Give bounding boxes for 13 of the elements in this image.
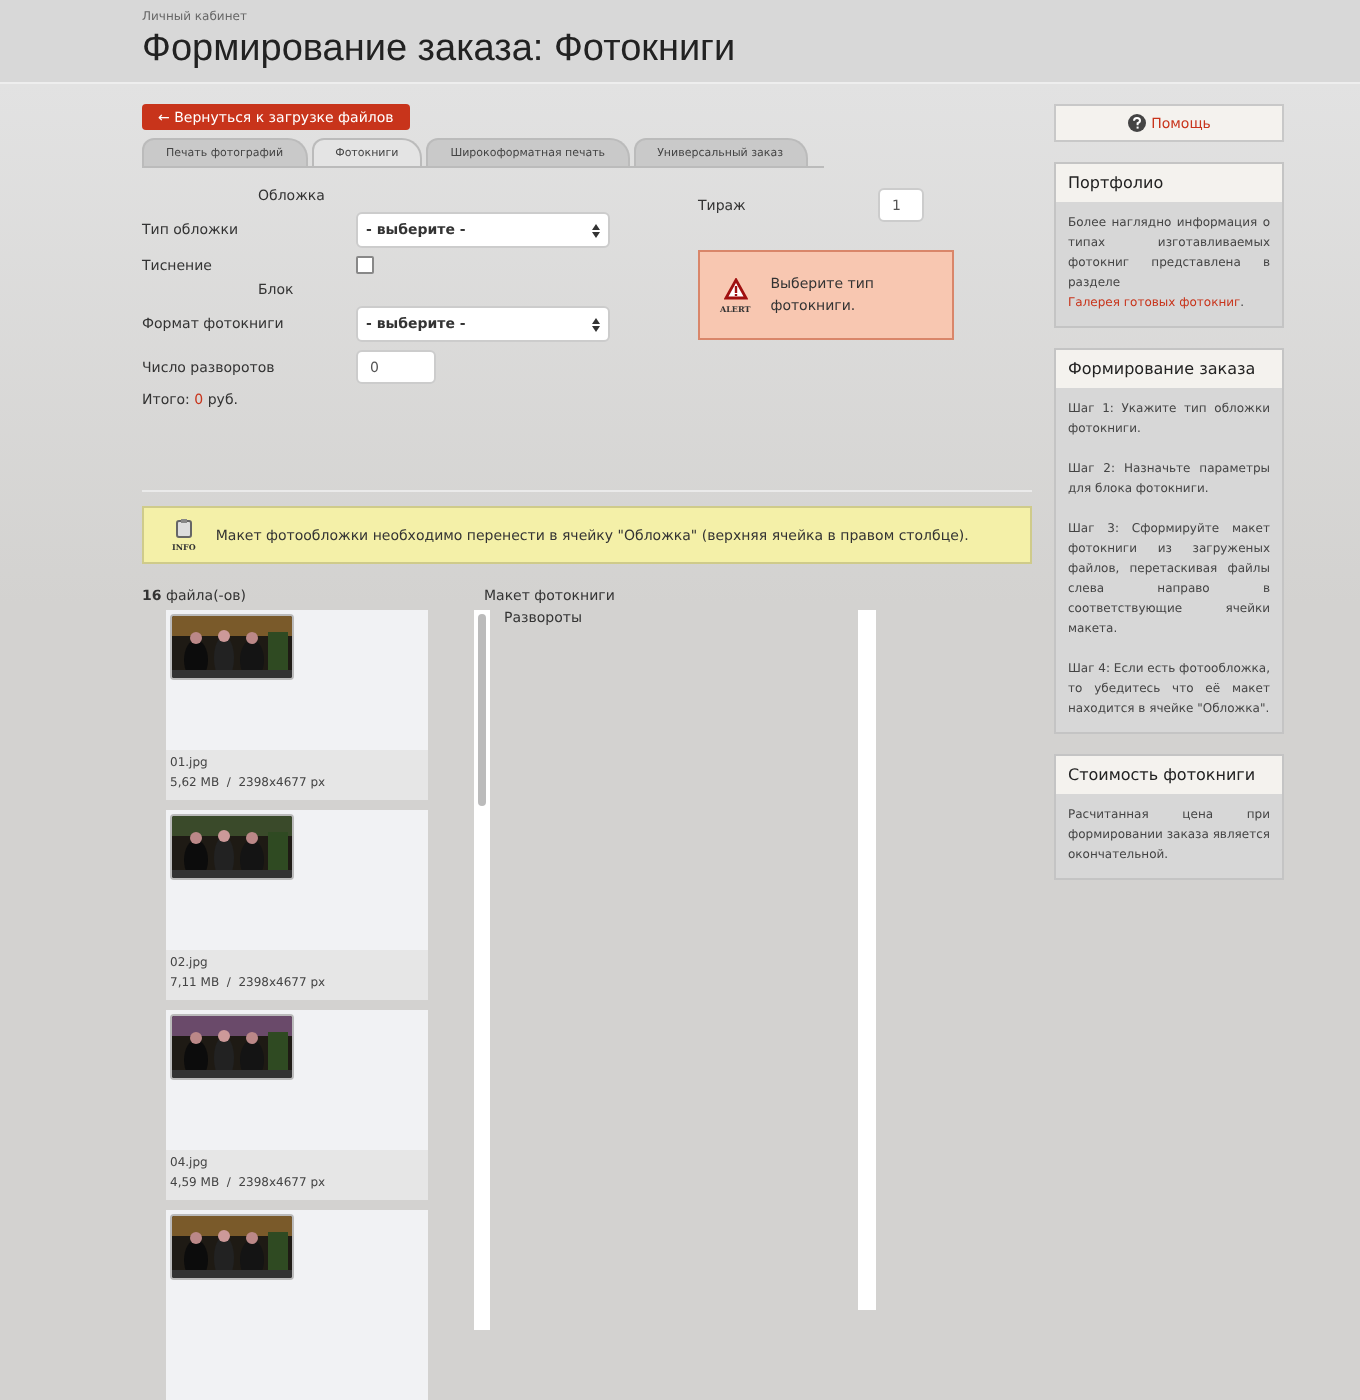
dropdown-arrows-icon bbox=[592, 223, 600, 238]
dropdown-arrows-icon bbox=[592, 317, 600, 332]
panel-title: Стоимость фотокниги bbox=[1056, 756, 1282, 794]
panel-title: Формирование заказа bbox=[1056, 350, 1282, 388]
panel-title: Портфолио bbox=[1056, 164, 1282, 202]
scrollbar[interactable] bbox=[474, 609, 490, 1330]
file-card[interactable] bbox=[166, 1209, 428, 1400]
help-icon bbox=[1127, 114, 1146, 132]
checkbox[interactable] bbox=[356, 256, 374, 275]
warning-icon bbox=[723, 277, 748, 300]
scrollbar[interactable] bbox=[858, 609, 876, 1310]
clipboard-icon bbox=[175, 518, 192, 539]
page-title: Формирование заказа: Фотокниги bbox=[142, 28, 738, 72]
